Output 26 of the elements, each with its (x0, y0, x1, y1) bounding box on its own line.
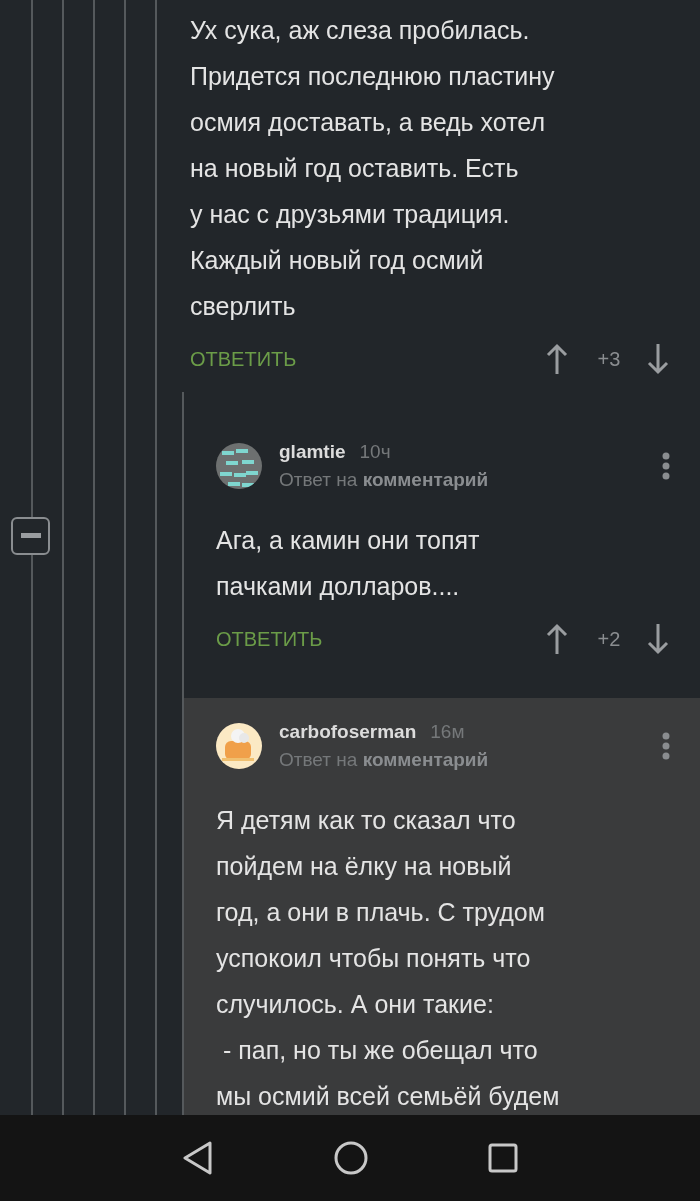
minus-icon (20, 533, 41, 539)
comment-time: 16м (430, 721, 465, 743)
avatar (216, 443, 262, 489)
downvote-icon[interactable] (647, 343, 669, 375)
username[interactable]: glamtie (279, 441, 346, 463)
back-icon[interactable] (182, 1141, 214, 1175)
comment-time: 10ч (359, 441, 391, 463)
downvote-icon[interactable] (647, 623, 669, 655)
reply-to-label: Ответ на комментарий (279, 749, 490, 771)
username[interactable]: carbofoserman (279, 721, 417, 743)
reply-button[interactable]: ОТВЕТИТЬ (190, 347, 297, 371)
comment-text: Я детям как то сказал что пойдем на ёлку на новый год, а они в плачь. С трудом успокоил чтобы понять что случилось. А они такие: - пап, но ты же обещал что мы осмий всей семьёй будем (216, 805, 561, 1112)
collapse-button[interactable] (11, 517, 50, 555)
upvote-icon[interactable] (546, 623, 568, 655)
upvote-icon[interactable] (546, 343, 568, 375)
reply-button[interactable]: ОТВЕТИТЬ (216, 627, 323, 651)
recent-apps-icon[interactable] (488, 1143, 518, 1173)
comment-text: Ух сука, аж слеза пробилась. Придется последнюю пластину осмия доставать, а ведь хотел на новый год оставить. Есть у нас с друзьями традиция. Каждый новый год осмий сверлить (190, 15, 556, 322)
reply-to-label: Ответ на комментарий (279, 469, 490, 491)
home-icon[interactable] (334, 1141, 368, 1175)
score: +2 (596, 627, 622, 651)
avatar (216, 723, 262, 769)
more-options-icon[interactable] (662, 452, 670, 480)
comment-text: Ага, а камин они топят пачками долларов.... (216, 525, 481, 602)
score: +3 (596, 347, 622, 371)
more-options-icon[interactable] (662, 732, 670, 760)
